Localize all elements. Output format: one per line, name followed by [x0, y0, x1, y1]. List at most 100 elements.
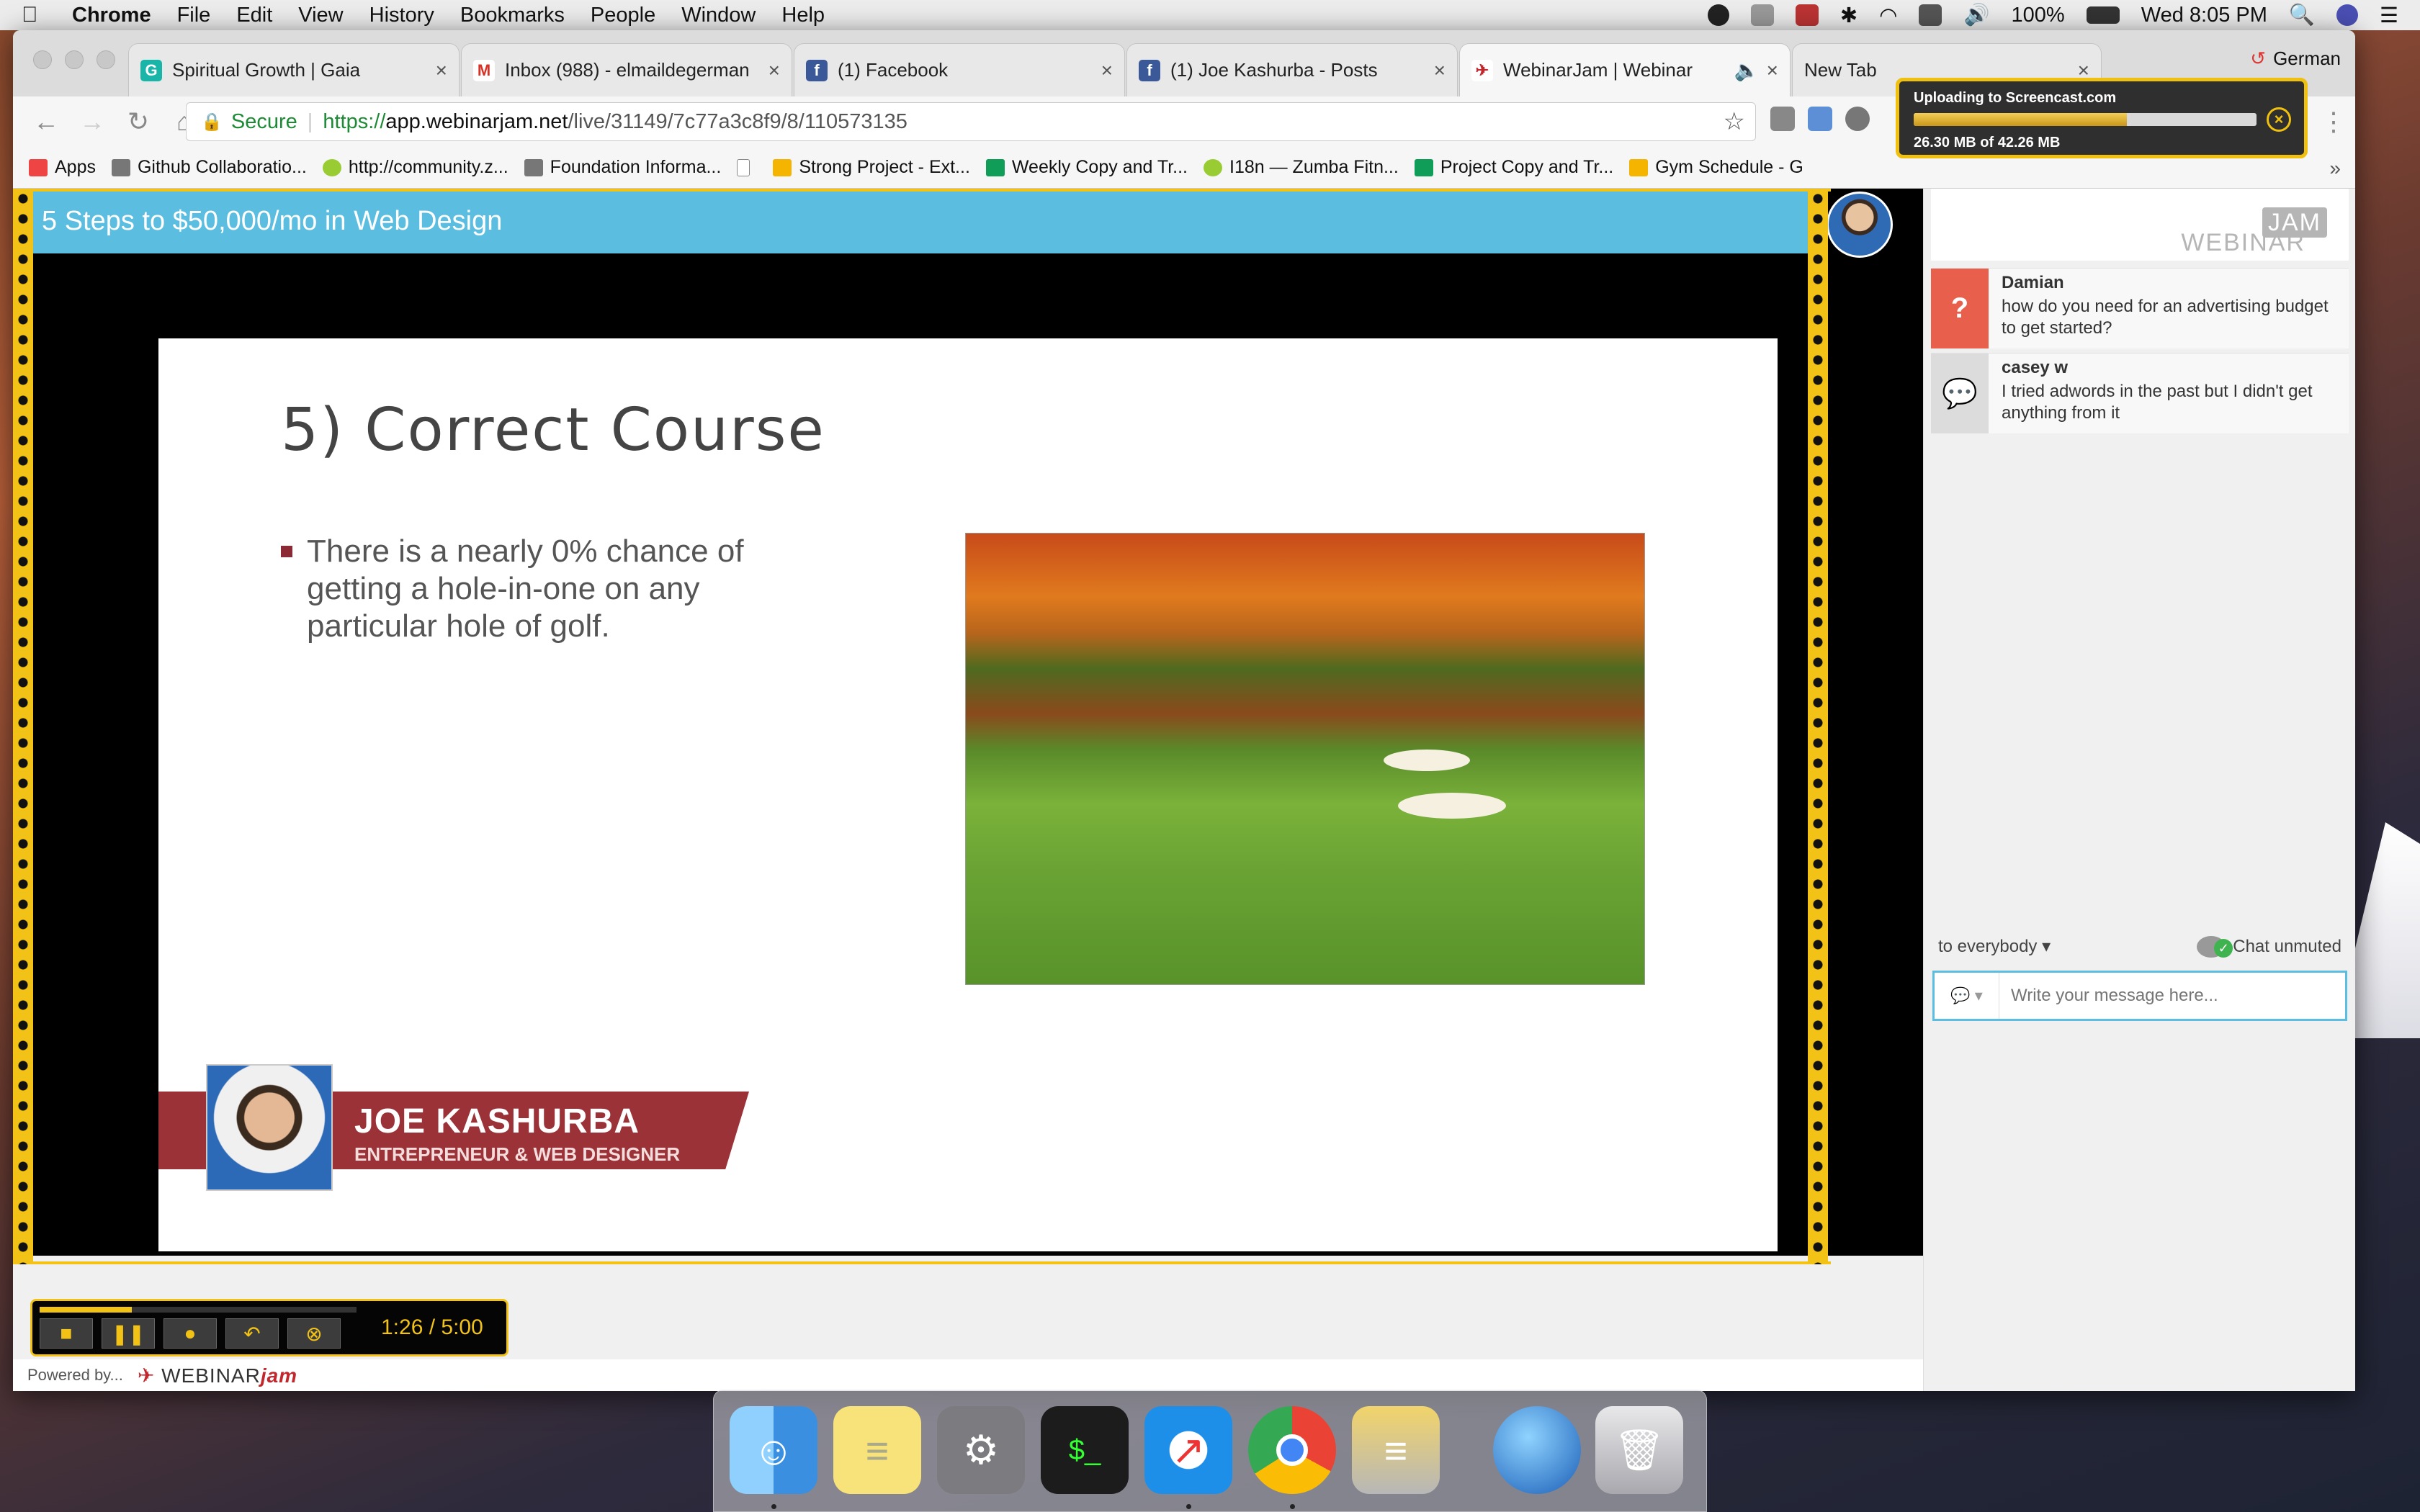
microphone-button[interactable]: ●: [163, 1318, 217, 1349]
menubar-clock[interactable]: Wed 8:05 PM: [2141, 4, 2267, 27]
emoji-picker-button[interactable]: 💬 ▾: [1935, 973, 1999, 1019]
bookmarks-overflow-icon[interactable]: »: [2329, 157, 2341, 180]
security-label[interactable]: Secure: [231, 110, 297, 134]
tab-label: (1) Facebook: [838, 59, 949, 81]
pause-button[interactable]: ❚❚: [102, 1318, 155, 1349]
bookmark-community[interactable]: http://community.z...: [322, 157, 508, 178]
bookmark-foundation[interactable]: Foundation Informa...: [524, 157, 721, 178]
minimize-window-button[interactable]: [65, 50, 84, 69]
zumba-icon: [322, 158, 341, 176]
screencast-extension-icon[interactable]: [1808, 107, 1832, 131]
menu-window[interactable]: Window: [681, 4, 756, 27]
close-window-button[interactable]: [33, 50, 52, 69]
network-globe-icon[interactable]: [1493, 1406, 1581, 1494]
cancel-upload-icon[interactable]: ×: [2267, 107, 2291, 132]
host-avatar[interactable]: [1827, 192, 1893, 258]
recording-border-top: [23, 189, 1831, 192]
menu-people[interactable]: People: [591, 4, 655, 27]
reload-icon[interactable]: ↻: [125, 107, 151, 137]
trash-icon[interactable]: 🗑: [1595, 1406, 1683, 1494]
cancel-recording-button[interactable]: ⊗: [287, 1318, 341, 1349]
bookmark-project-copy[interactable]: Project Copy and Tr...: [1414, 157, 1613, 178]
profile-button[interactable]: ↺ German: [2250, 48, 2341, 70]
volume-icon[interactable]: 🔊: [1963, 3, 1989, 27]
tab-audio-icon[interactable]: 🔈: [1734, 58, 1760, 82]
message-text: how do you need for an advertising budge…: [2002, 297, 2329, 338]
siri-icon[interactable]: [2336, 4, 2358, 26]
url-host: app.webinarjam.net: [385, 109, 568, 133]
sequel-pro-icon[interactable]: ≡: [1352, 1406, 1440, 1494]
chat-message[interactable]: 💬 casey w I tried adwords in the past bu…: [1931, 353, 2349, 433]
menu-bookmarks[interactable]: Bookmarks: [460, 4, 565, 27]
back-icon[interactable]: ←: [33, 107, 59, 137]
undo-button[interactable]: ↶: [225, 1318, 279, 1349]
close-tab-icon[interactable]: ×: [436, 59, 447, 82]
close-tab-icon[interactable]: ×: [768, 59, 780, 82]
presenter-name: JOE KASHURBA: [354, 1102, 640, 1140]
bookmark-strong-project[interactable]: Strong Project - Ext...: [773, 157, 970, 178]
airplay-icon[interactable]: [1919, 4, 1942, 26]
battery-percent: 100%: [2011, 3, 2065, 27]
bookmark-weekly-copy[interactable]: Weekly Copy and Tr...: [985, 157, 1188, 178]
notification-center-icon[interactable]: ☰: [2380, 3, 2398, 28]
dropbox-icon[interactable]: [1750, 4, 1774, 26]
close-tab-icon[interactable]: ×: [1101, 59, 1113, 82]
recording-controls: ■ ❚❚ ● ↶ ⊗ 1:26 / 5:00: [30, 1299, 508, 1356]
spotlight-icon[interactable]: 🔍: [2289, 3, 2315, 27]
address-bar[interactable]: 🔒 Secure | https://app.webinarjam.net/li…: [186, 102, 1756, 141]
menu-history[interactable]: History: [369, 4, 434, 27]
forward-icon[interactable]: →: [79, 107, 105, 137]
stop-button[interactable]: ■: [40, 1318, 93, 1349]
url-text[interactable]: https://app.webinarjam.net/live/31149/7c…: [323, 110, 908, 134]
lock-icon[interactable]: 🔒: [201, 112, 223, 132]
webinar-title-bar: 5 Steps to $50,000/mo in Web Design: [13, 189, 1828, 253]
terminal-icon[interactable]: $_: [1041, 1406, 1129, 1494]
chat-message[interactable]: ? Damian how do you need for an advertis…: [1931, 268, 2349, 348]
chat-mute-toggle[interactable]: Chat unmuted: [2197, 936, 2341, 958]
tab-joe-kashurba-posts[interactable]: f (1) Joe Kashurba - Posts ×: [1126, 43, 1458, 96]
chrome-icon[interactable]: [1248, 1406, 1336, 1494]
info-extension-icon[interactable]: [1845, 107, 1870, 131]
battery-icon[interactable]: [2086, 6, 2120, 24]
bluetooth-icon[interactable]: ✱: [1840, 3, 1857, 28]
bookmark-github[interactable]: Github Collaboratio...: [111, 157, 307, 178]
recording-film-strip-right: [1808, 189, 1828, 1264]
zoom-window-button[interactable]: [97, 50, 115, 69]
acrobat-icon[interactable]: [1795, 4, 1819, 26]
chrome-menu-icon[interactable]: ⋮: [2321, 107, 2347, 137]
bookmark-blank-page[interactable]: [737, 158, 757, 176]
bookmark-star-icon[interactable]: ☆: [1724, 107, 1745, 136]
system-preferences-icon[interactable]: ⚙: [937, 1406, 1025, 1494]
menu-app-name[interactable]: Chrome: [72, 4, 151, 27]
pocket-extension-icon[interactable]: [1770, 107, 1795, 131]
tab-gaia[interactable]: G Spiritual Growth | Gaia ×: [128, 43, 460, 96]
menu-edit[interactable]: Edit: [236, 4, 272, 27]
powered-by-footer: Powered by... ✈ WEBINARjam: [13, 1359, 1923, 1391]
bookmark-gym-schedule[interactable]: Gym Schedule - G: [1629, 157, 1803, 178]
tab-gmail[interactable]: M Inbox (988) - elmaildegerman ×: [461, 43, 792, 96]
menu-file[interactable]: File: [177, 4, 211, 27]
running-indicator: [771, 1504, 776, 1509]
wifi-icon[interactable]: ◠: [1879, 3, 1897, 28]
tab-facebook[interactable]: f (1) Facebook ×: [794, 43, 1125, 96]
menu-help[interactable]: Help: [781, 4, 825, 27]
close-tab-icon[interactable]: ×: [1767, 59, 1778, 82]
bookmark-i18n[interactable]: I18n — Zumba Fitn...: [1204, 157, 1399, 178]
bookmark-apps[interactable]: Apps: [29, 157, 96, 178]
tab-webinarjam[interactable]: ✈ WebinarJam | Webinar 🔈 ×: [1459, 43, 1791, 96]
audience-dropdown[interactable]: to everybody ▾: [1938, 936, 2051, 957]
close-tab-icon[interactable]: ×: [1434, 59, 1446, 82]
apple-menu-icon[interactable]: : [22, 3, 50, 27]
creative-cloud-icon[interactable]: [1707, 4, 1729, 26]
presentation-slide: 5) Correct Course There is a nearly 0% c…: [158, 338, 1778, 1251]
safari-icon[interactable]: ↗: [1144, 1406, 1232, 1494]
bookmark-label: I18n — Zumba Fitn...: [1229, 157, 1399, 177]
running-indicator: [1186, 1504, 1191, 1509]
sheets-icon: [1414, 158, 1433, 176]
finder-icon[interactable]: ☺: [730, 1406, 817, 1494]
profile-name: German: [2273, 48, 2341, 69]
menu-view[interactable]: View: [298, 4, 343, 27]
chat-message-input[interactable]: [2009, 985, 2326, 1007]
webinarjam-footer-logo[interactable]: ✈ WEBINARjam: [138, 1364, 297, 1387]
notes-icon[interactable]: ≡: [833, 1406, 921, 1494]
